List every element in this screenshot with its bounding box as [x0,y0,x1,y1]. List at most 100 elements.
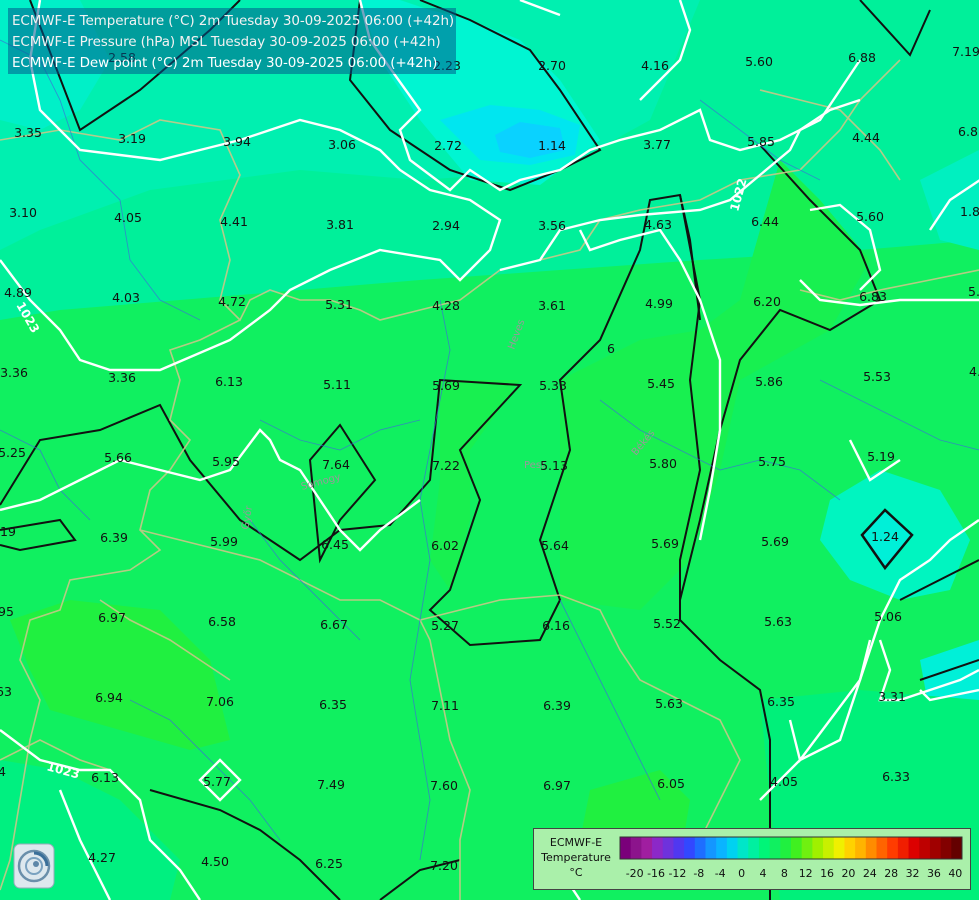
station-value: 4.16 [641,58,669,73]
station-value: 5.19 [867,449,895,464]
station-value: 1.24 [871,529,899,544]
legend-tick-label: -16 [647,867,665,880]
legend-swatch [769,837,781,859]
station-value: 5.86 [755,374,783,389]
station-value: 3.56 [538,218,566,233]
station-value: 7.19 [952,44,979,59]
station-value: 5.52 [653,616,681,631]
station-value: 5.69 [761,534,789,549]
station-value: 6.44 [751,214,779,229]
legend-swatch [652,837,664,859]
station-value: 3.10 [9,205,37,220]
legend-swatch [694,837,706,859]
legend-swatch [791,837,803,859]
station-value: 3.36 [108,370,136,385]
station-value: 6.16 [542,618,570,633]
legend-swatch [929,837,942,859]
station-value: 5.85 [747,134,775,149]
legend-tick-label: 36 [927,867,941,880]
legend-swatch [865,837,877,859]
station-value: 5.53 [863,369,891,384]
station-value: 4.63 [644,217,672,232]
station-value: 4.41 [220,214,248,229]
legend-tick-label: 20 [841,867,855,880]
station-value: 5. [968,284,979,299]
station-value: 19 [0,524,16,539]
legend-tick-label: -8 [693,867,704,880]
title-dewpoint[interactable]: ECMWF-E Dew point (°C) 2m Tuesday 30-09-… [12,55,437,71]
legend-tick-label: 12 [799,867,813,880]
station-value: 2.70 [538,58,566,73]
station-value: 4.05 [770,774,798,789]
legend-swatch [823,837,835,859]
legend-swatch [812,837,824,859]
station-value: 3.77 [643,137,671,152]
station-value: 5.63 [764,614,792,629]
station-value: 3.94 [223,134,251,149]
station-value: 4.50 [201,854,229,869]
station-value: 3.19 [118,131,146,146]
station-value: 5.77 [203,774,231,789]
station-value: 2.72 [434,138,462,153]
legend-tick-label: -20 [626,867,644,880]
legend-swatch [833,837,845,859]
legend-tick-label: 40 [948,867,962,880]
station-value: 5.45 [647,376,675,391]
station-value: 6.45 [321,537,349,552]
station-value: 3.31 [878,689,906,704]
station-value: 5.33 [539,378,567,393]
station-value: 6.58 [208,614,236,629]
station-value: 6.39 [543,698,571,713]
station-value: 5.60 [745,54,773,69]
station-value: 5.66 [104,450,132,465]
station-value: 5.13 [540,458,568,473]
legend-swatch [919,837,931,859]
station-value: 7.20 [430,858,458,873]
station-value: 6.88 [848,50,876,65]
legend-tick-label: 28 [884,867,898,880]
station-value: 1.14 [538,138,566,153]
legend-swatch [705,837,717,859]
station-value: 63 [0,684,12,699]
legend-swatch [897,837,910,859]
station-value: 4.44 [852,130,880,145]
station-value: 6.35 [319,697,347,712]
station-value: 5.80 [649,456,677,471]
station-value: 4.28 [432,298,460,313]
ecmwf-logo-icon [12,842,56,890]
station-value: 5.27 [431,618,459,633]
legend-swatch [780,837,792,859]
station-value: 6.67 [320,617,348,632]
station-value: 7.60 [430,778,458,793]
station-value: 4.89 [4,285,32,300]
legend-swatch [716,837,728,859]
legend-swatch [726,837,739,859]
legend-swatch [908,837,920,859]
legend-tick-label: -12 [668,867,686,880]
legend-swatch [620,837,632,859]
station-value: 5.95 [212,454,240,469]
station-value: 5.99 [210,534,238,549]
station-value: 4.05 [114,210,142,225]
legend-swatch [662,837,674,859]
station-value: 3.61 [538,298,566,313]
legend-swatch [855,837,867,859]
station-value: 5.06 [874,609,902,624]
legend-tick-label: 8 [781,867,788,880]
weather-map[interactable]: Heves Pest Békés Somogy Győr 1023 1022 1… [0,0,979,900]
legend-swatch [887,837,899,859]
color-legend: ECMWF-E Temperature °C -20 -16 -12 -8 -4 0 4 8 1… [533,828,971,890]
station-value: 4 [0,764,6,779]
station-value: 3.06 [328,137,356,152]
title-temperature[interactable]: ECMWF-E Temperature (°C) 2m Tuesday 30-0… [12,13,454,29]
station-value: 2.94 [432,218,460,233]
station-value: 5.11 [323,377,351,392]
station-value: 1.8 [960,204,979,219]
legend-tick-label: 16 [820,867,834,880]
station-value: 6.20 [753,294,781,309]
station-value: 4.27 [88,850,116,865]
title-pressure[interactable]: ECMWF-E Pressure (hPa) MSL Tuesday 30-09… [12,34,441,50]
station-value: 5.63 [655,696,683,711]
station-value: 6.35 [767,694,795,709]
station-value: 5.69 [432,378,460,393]
